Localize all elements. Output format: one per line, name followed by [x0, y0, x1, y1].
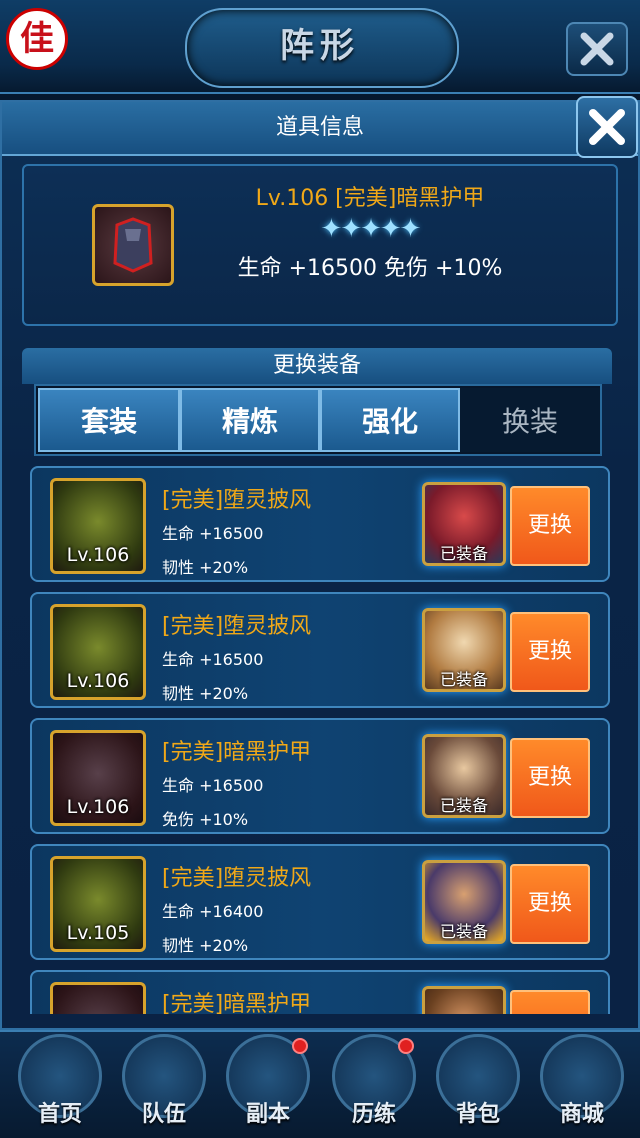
- tab-enhance[interactable]: 强化: [320, 388, 460, 452]
- star-rating: ✦✦✦✦✦: [320, 214, 422, 244]
- close-icon: [589, 109, 625, 145]
- nav-label: 背包: [455, 1102, 500, 1127]
- nav-team[interactable]: 队伍: [118, 1034, 210, 1134]
- list-item: Lv.105 [完美]堕灵披风 生命 +16400 韧性 +20% 已装备 更换: [30, 844, 610, 960]
- logo-badge: 佳: [6, 8, 68, 70]
- item-name: [完美]堕灵披风: [162, 488, 312, 513]
- nav-label: 商城: [559, 1102, 604, 1127]
- equipped-label: 已装备: [439, 670, 488, 689]
- nav-home[interactable]: 首页: [14, 1034, 106, 1134]
- item-stat-secondary: 韧性 +20%: [162, 936, 249, 955]
- list-item: Lv.106 [完美]堕灵披风 生命 +16500 韧性 +20% 已装备 更换: [30, 466, 610, 582]
- hero-avatar: [422, 986, 506, 1014]
- list-item: Lv.106 [完美]堕灵披风 生命 +16500 韧性 +20% 已装备 更换: [30, 592, 610, 708]
- item-stat-hp: 生命 +16500: [162, 650, 264, 669]
- notification-badge: [398, 1038, 414, 1054]
- top-close-button[interactable]: [566, 22, 628, 76]
- item-level: Lv.106: [66, 670, 130, 692]
- tab-refine[interactable]: 精炼: [180, 388, 320, 452]
- nav-dungeon[interactable]: 副本: [222, 1034, 314, 1134]
- item-name: [完美]暗黑护甲: [162, 740, 312, 765]
- item-level: Lv.106: [66, 544, 130, 566]
- item-stats: 生命 +16500 免伤 +10%: [237, 256, 503, 281]
- nav-bag[interactable]: 背包: [432, 1034, 524, 1134]
- item-name: [完美]堕灵披风: [162, 614, 312, 639]
- nav-label: 首页: [37, 1102, 82, 1127]
- equipped-label: 已装备: [439, 544, 488, 563]
- swap-button[interactable]: 更换: [510, 738, 590, 818]
- armor-icon: [92, 204, 174, 286]
- item-name: [完美]堕灵披风: [162, 866, 312, 891]
- nav-label: 历练: [351, 1102, 396, 1127]
- item-name: [完美]暗黑护甲: [162, 992, 312, 1014]
- panel-title: 道具信息: [275, 115, 364, 140]
- equipment-list[interactable]: Lv.106 [完美]堕灵披风 生命 +16500 韧性 +20% 已装备 更换…: [30, 466, 610, 1014]
- tab-swap[interactable]: 换装: [460, 388, 600, 452]
- panel-close-button[interactable]: [576, 96, 638, 158]
- item-stat-hp: 生命 +16400: [162, 902, 264, 921]
- item-stat-secondary: 韧性 +20%: [162, 558, 249, 577]
- list-item: Lv.106 [完美]暗黑护甲 生命 +16500 免伤 +10% 已装备 更换: [30, 718, 610, 834]
- nav-training[interactable]: 历练: [328, 1034, 420, 1134]
- nav-label: 副本: [245, 1102, 290, 1127]
- notification-badge: [292, 1038, 308, 1054]
- swap-button[interactable]: 更换: [510, 486, 590, 566]
- nav-shop[interactable]: 商城: [536, 1034, 628, 1134]
- page-title: 阵形: [280, 26, 360, 66]
- tab-set[interactable]: 套装: [38, 388, 180, 452]
- equipped-label: 已装备: [439, 922, 488, 941]
- item-name: Lv.106 [完美]暗黑护甲: [255, 186, 485, 211]
- swap-button[interactable]: [510, 990, 590, 1014]
- swap-button[interactable]: 更换: [510, 612, 590, 692]
- armor-icon: [50, 982, 146, 1014]
- close-icon: [580, 32, 614, 66]
- item-stat-secondary: 免伤 +10%: [162, 810, 249, 829]
- equipped-label: 已装备: [439, 796, 488, 815]
- swap-title: 更换装备: [272, 353, 361, 378]
- item-stat-secondary: 韧性 +20%: [162, 684, 249, 703]
- item-stat-hp: 生命 +16500: [162, 524, 264, 543]
- nav-label: 队伍: [141, 1102, 186, 1127]
- item-stat-hp: 生命 +16500: [162, 776, 264, 795]
- item-level: Lv.106: [66, 796, 130, 818]
- item-level: Lv.105: [66, 922, 130, 944]
- list-item: [完美]暗黑护甲: [30, 970, 610, 1014]
- swap-button[interactable]: 更换: [510, 864, 590, 944]
